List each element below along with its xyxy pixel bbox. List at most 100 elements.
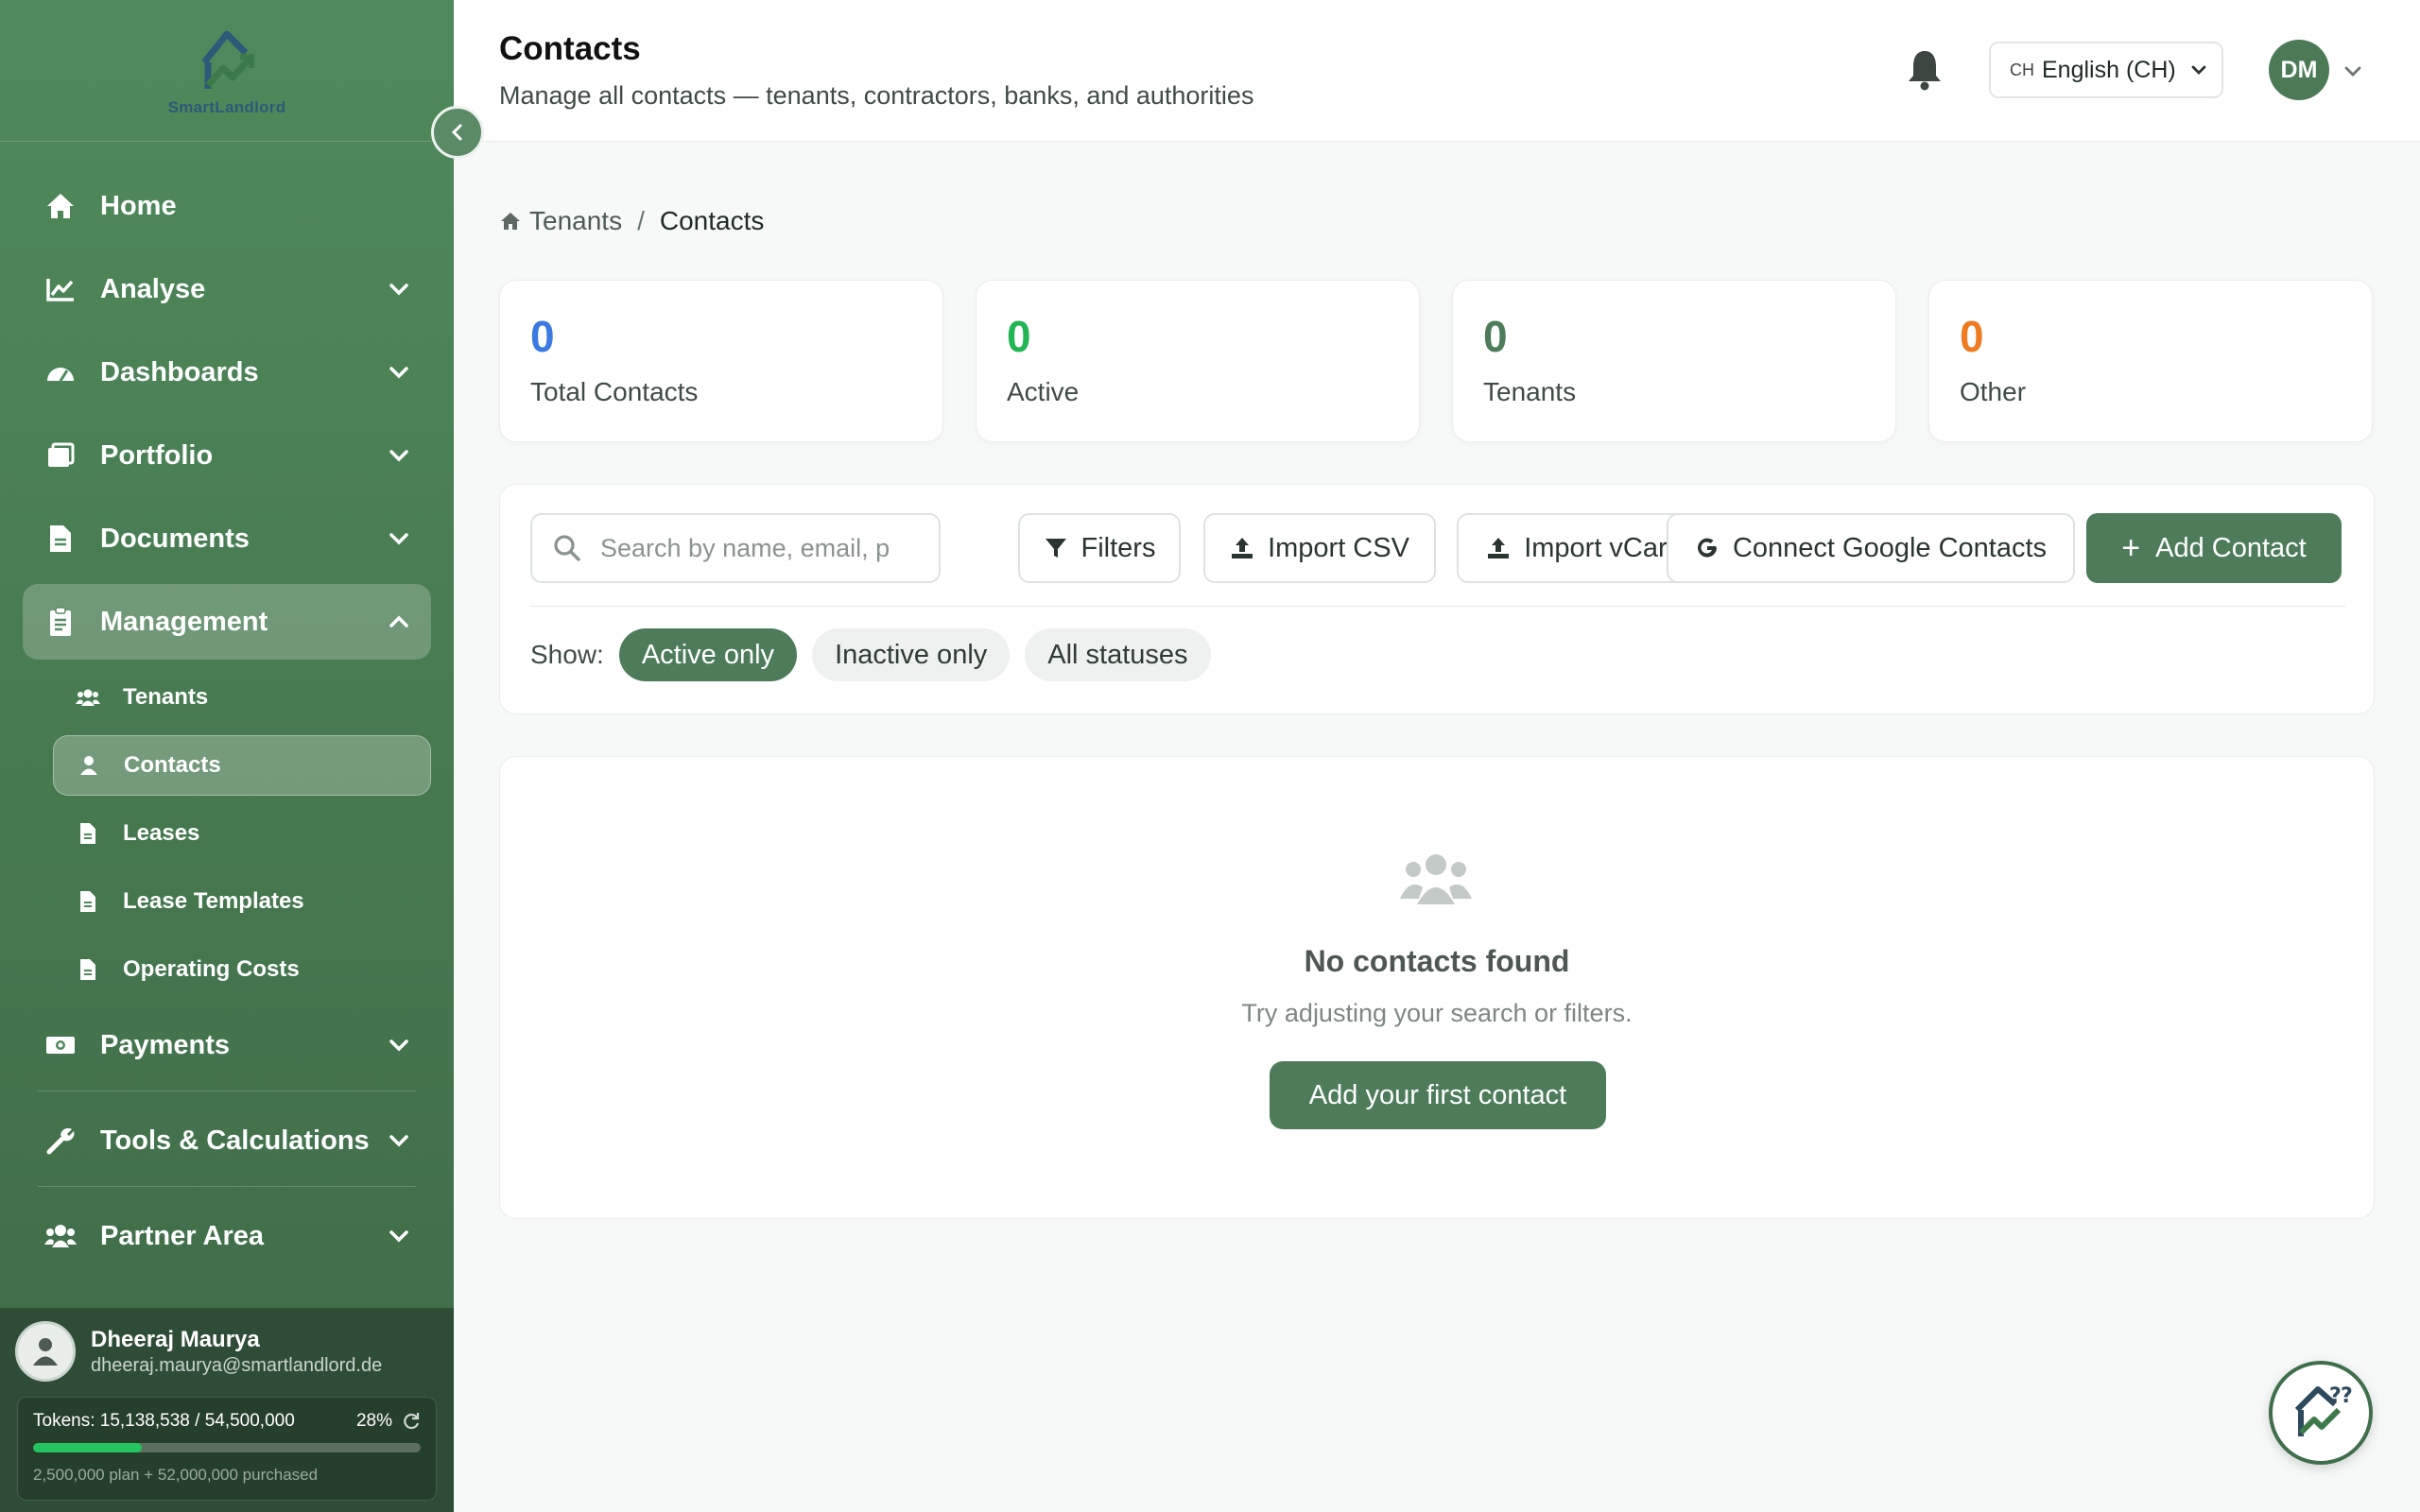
help-chat-button[interactable]: ? ?: [2269, 1361, 2373, 1465]
stat-card-tenants: 0 Tenants: [1452, 280, 1896, 442]
stat-value: 0: [1483, 312, 1508, 361]
chevron-left-icon: [451, 124, 462, 141]
stat-value: 0: [530, 312, 555, 361]
user-email: dheeraj.maurya@smartlandlord.de: [91, 1354, 383, 1376]
stat-label: Active: [1007, 377, 1080, 406]
add-contact-button[interactable]: + Add Contact: [2086, 513, 2342, 583]
sidebar-subitem-operating-costs[interactable]: Operating Costs: [53, 939, 431, 1000]
language-select[interactable]: CH English (CH): [1989, 42, 2223, 98]
sidebar-item-portfolio[interactable]: Portfolio: [23, 418, 431, 493]
sidebar-subitem-leases[interactable]: Leases: [53, 803, 431, 864]
add-first-contact-button[interactable]: Add your first contact: [1270, 1061, 1606, 1129]
google-icon: [1697, 538, 1717, 558]
refresh-icon[interactable]: [402, 1412, 421, 1431]
home-icon: [501, 213, 520, 230]
help-chat-icon: ? ?: [2294, 1384, 2353, 1436]
sidebar-subitem-contacts[interactable]: Contacts: [53, 735, 431, 796]
pill-all-statuses[interactable]: All statuses: [1025, 628, 1211, 681]
empty-state-title: No contacts found: [1304, 944, 1570, 978]
sidebar-item-dashboards[interactable]: Dashboards: [23, 335, 431, 410]
token-usage: Tokens: 15,138,538 / 54,500,000 28% 2,50…: [17, 1397, 437, 1501]
sidebar-item-label: Payments: [100, 1029, 231, 1060]
sidebar-item-tools[interactable]: Tools & Calculations: [23, 1103, 431, 1178]
document-icon: [43, 522, 78, 556]
sidebar-divider: [38, 1186, 416, 1187]
filters-button[interactable]: Filters: [1018, 513, 1181, 583]
breadcrumb-tenants-link[interactable]: Tenants: [499, 206, 622, 236]
sidebar-subitem-label: Operating Costs: [123, 956, 300, 982]
users-icon: [76, 685, 100, 710]
money-icon: [43, 1028, 78, 1062]
stat-label: Total Contacts: [530, 377, 699, 406]
sidebar-item-label: Partner Area: [100, 1220, 265, 1251]
file-icon: [76, 821, 100, 846]
home-icon: [43, 189, 78, 223]
page-subtitle: Manage all contacts — tenants, contracto…: [499, 81, 1254, 110]
chevron-down-icon: [389, 450, 408, 462]
import-csv-button[interactable]: Import CSV: [1203, 513, 1436, 583]
search-placeholder: Search by name, email, p: [600, 533, 890, 562]
user-name: Dheeraj Maurya: [91, 1326, 260, 1352]
pill-active-only[interactable]: Active only: [618, 628, 798, 681]
filters-button-label: Filters: [1080, 532, 1156, 563]
add-contact-label: Add Contact: [2155, 532, 2307, 563]
file-icon: [76, 957, 100, 982]
sidebar-nav: Home Analyse Dashboards Portfolio Docume…: [0, 168, 454, 1281]
sidebar-item-label: Documents: [100, 523, 250, 554]
gauge-icon: [43, 355, 78, 389]
logo[interactable]: SmartLandlord: [0, 0, 454, 142]
sidebar-subitem-label: Contacts: [124, 752, 221, 778]
language-label: English (CH): [2042, 56, 2176, 83]
stat-card-active: 0 Active: [976, 280, 1420, 442]
token-label: Tokens: 15,138,538 / 54,500,000: [33, 1411, 295, 1431]
import-vcard-label: Import vCard: [1524, 532, 1683, 563]
user-profile[interactable]: Dheeraj Maurya dheeraj.maurya@smartlandl…: [15, 1321, 382, 1382]
sidebar-item-label: Management: [100, 606, 268, 637]
token-percent: 28%: [355, 1411, 392, 1431]
token-progress-bar: [33, 1443, 421, 1452]
sidebar-collapse-button[interactable]: [431, 106, 484, 159]
stat-value: 0: [1960, 312, 1984, 361]
svg-text:?: ?: [2329, 1384, 2342, 1408]
chevron-down-icon: [2191, 65, 2206, 75]
page-title: Contacts: [499, 30, 641, 67]
chart-line-icon: [43, 272, 78, 306]
sidebar-item-partner-area[interactable]: Partner Area: [23, 1198, 431, 1274]
user-icon: [77, 753, 101, 778]
users-icon: [43, 1219, 78, 1253]
file-icon: [76, 889, 100, 914]
toolbar-divider: [530, 606, 2345, 607]
avatar[interactable]: DM: [2269, 40, 2329, 100]
connect-google-contacts-button[interactable]: Connect Google Contacts: [1667, 513, 2075, 583]
breadcrumb: Tenants / Contacts: [499, 206, 764, 236]
sidebar-item-payments[interactable]: Payments: [23, 1007, 431, 1083]
sidebar-subitem-tenants[interactable]: Tenants: [53, 667, 431, 728]
sidebar-item-label: Portfolio: [100, 439, 214, 471]
upload-icon: [1488, 538, 1510, 558]
page-header: Contacts Manage all contacts — tenants, …: [454, 0, 2420, 142]
sidebar-item-management[interactable]: Management: [23, 584, 431, 660]
chevron-down-icon: [389, 533, 408, 545]
stat-label: Tenants: [1483, 377, 1577, 406]
chevron-down-icon: [389, 367, 408, 379]
search-input[interactable]: Search by name, email, p: [530, 513, 941, 583]
sidebar-subitem-label: Tenants: [123, 684, 209, 710]
sidebar-item-analyse[interactable]: Analyse: [23, 251, 431, 327]
chevron-down-icon[interactable]: [2342, 60, 2363, 81]
sidebar-item-home[interactable]: Home: [23, 168, 431, 244]
status-filter-label: Show:: [530, 640, 604, 669]
stat-value: 0: [1007, 312, 1031, 361]
contacts-empty-state: No contacts found Try adjusting your sea…: [499, 756, 2375, 1219]
sidebar-subitem-label: Lease Templates: [123, 888, 304, 914]
sidebar-item-documents[interactable]: Documents: [23, 501, 431, 576]
sidebar-item-label: Tools & Calculations: [100, 1125, 370, 1156]
chevron-down-icon: [389, 284, 408, 296]
token-breakdown: 2,500,000 plan + 52,000,000 purchased: [33, 1466, 319, 1484]
portfolio-icon: [43, 438, 78, 472]
upload-icon: [1232, 538, 1253, 558]
bell-icon[interactable]: [1904, 47, 1945, 91]
sidebar-subitem-label: Leases: [123, 820, 200, 846]
pill-inactive-only[interactable]: Inactive only: [812, 628, 1011, 681]
sidebar-subitem-lease-templates[interactable]: Lease Templates: [53, 871, 431, 932]
chevron-down-icon: [389, 1230, 408, 1243]
